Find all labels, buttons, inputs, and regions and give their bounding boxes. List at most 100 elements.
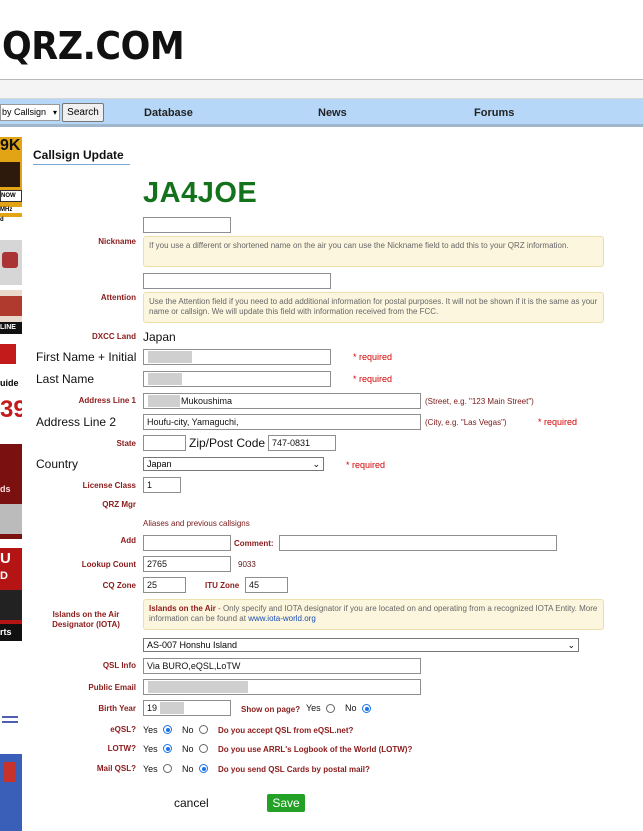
zip-label: Zip/Post Code (189, 436, 266, 450)
first-name-label: First Name + Initial (36, 350, 137, 364)
ad-banner-6[interactable]: U D rts (0, 548, 22, 641)
first-name-input[interactable] (143, 349, 331, 365)
address2-input[interactable]: Houfu-city, Yamaguchi, (143, 414, 421, 430)
callsign-heading: JA4JOE (143, 177, 258, 209)
address2-required: * required (538, 417, 578, 427)
page-title: Callsign Update (33, 148, 124, 162)
itu-zone-label: ITU Zone (205, 581, 240, 590)
ad-banner-7[interactable] (0, 712, 22, 728)
birth-year-value: 19 (147, 703, 158, 713)
cq-zone-input[interactable]: 25 (143, 577, 186, 593)
ad-banner-3[interactable]: LINE (0, 290, 22, 334)
public-email-input[interactable] (143, 679, 421, 695)
ad-text: NOW (0, 190, 22, 202)
show-birth-year-yes-radio[interactable] (326, 704, 335, 713)
ad-image (0, 590, 22, 620)
nickname-help-note: If you use a different or shortened name… (143, 236, 604, 267)
qsl-info-label: QSL Info (102, 661, 136, 670)
zip-input[interactable]: 747-0831 (268, 435, 336, 451)
cancel-link[interactable]: cancel (174, 796, 209, 810)
ad-image (2, 721, 18, 723)
last-name-input[interactable] (143, 371, 331, 387)
country-required: * required (346, 460, 386, 470)
chevron-down-icon: ⌄ (567, 640, 575, 650)
site-logo[interactable]: QRZ.COM (2, 24, 185, 68)
ad-banner-1[interactable]: 9K NOW MHz d (0, 137, 22, 230)
eqsl-question: Do you accept QSL from eQSL.net? (218, 726, 354, 735)
address1-label: Address Line 1 (78, 396, 136, 405)
birth-year-input[interactable]: 19 (143, 700, 231, 716)
address2-hint: (City, e.g. "Las Vegas") (425, 418, 507, 427)
ad-image (0, 344, 16, 364)
attention-help-note: Use the Attention field if you need to a… (143, 292, 604, 323)
nickname-label: Nickname (98, 237, 136, 246)
ad-image (0, 504, 22, 534)
lookup-count-total: 9033 (238, 560, 256, 569)
ad-image (2, 716, 18, 718)
eqsl-no-radio[interactable] (199, 725, 208, 734)
iota-note-body: - Only specify and IOTA designator if yo… (149, 604, 598, 623)
save-button[interactable]: Save (267, 794, 305, 812)
iota-select[interactable]: AS-007 Honshu Island ⌄ (143, 638, 579, 652)
ad-banner-8[interactable] (0, 754, 22, 831)
ad-banner-2[interactable] (0, 240, 22, 285)
ad-text: U (0, 550, 11, 567)
redacted-text (148, 681, 248, 693)
country-select[interactable]: Japan ⌄ (143, 457, 324, 471)
nav-link-forums[interactable]: Forums (474, 107, 514, 119)
lookup-count-input[interactable]: 2765 (143, 556, 231, 572)
alias-comment-input[interactable] (279, 535, 557, 551)
iota-value: AS-007 Honshu Island (147, 640, 238, 650)
license-class-input[interactable]: 1 (143, 477, 181, 493)
ad-banner-5[interactable]: ds (0, 444, 22, 539)
mail-qsl-label: Mail QSL? (96, 764, 136, 773)
lotw-question: Do you use ARRL's Logbook of the World (… (218, 745, 413, 754)
ad-image (0, 162, 20, 187)
redacted-text (148, 395, 180, 407)
lotw-yes-label: Yes (143, 744, 158, 754)
nav-link-news[interactable]: News (318, 107, 347, 119)
lotw-yes-radio[interactable] (163, 744, 172, 753)
nav-link-database[interactable]: Database (144, 107, 193, 119)
chevron-down-icon: ▾ (52, 108, 57, 117)
state-input[interactable] (143, 435, 186, 451)
ad-text: ds (0, 484, 11, 494)
license-class-label: License Class (82, 481, 136, 490)
nickname-input[interactable] (143, 217, 231, 233)
lotw-no-radio[interactable] (199, 744, 208, 753)
dxcc-value: Japan (143, 330, 176, 344)
eqsl-yes-radio[interactable] (163, 725, 172, 734)
mail-qsl-no-label: No (182, 764, 194, 774)
address1-hint: (Street, e.g. "123 Main Street") (425, 397, 534, 406)
country-value: Japan (147, 459, 172, 469)
first-name-required: * required (353, 352, 393, 362)
ad-text: D (0, 570, 8, 582)
itu-zone-input[interactable]: 45 (245, 577, 288, 593)
address1-input[interactable]: Mukoushima (143, 393, 421, 409)
redacted-text (148, 373, 182, 385)
add-alias-label: Add (120, 536, 136, 545)
search-type-value: by Callsign (2, 107, 47, 117)
iota-link[interactable]: www.iota-world.org (248, 614, 316, 623)
ad-text: LINE (0, 322, 22, 334)
add-alias-input[interactable] (143, 535, 231, 551)
mail-qsl-no-radio[interactable] (199, 764, 208, 773)
chevron-down-icon: ⌄ (312, 459, 320, 469)
show-no-label: No (345, 703, 357, 713)
redacted-text (160, 702, 184, 714)
ad-banner-4[interactable]: uide 39 (0, 344, 22, 432)
eqsl-yes-label: Yes (143, 725, 158, 735)
lotw-no-label: No (182, 744, 194, 754)
header-band (0, 80, 643, 99)
search-button[interactable]: Search (62, 103, 104, 122)
ad-text: d (0, 217, 22, 230)
attention-label: Attention (100, 293, 136, 302)
qsl-info-input[interactable]: Via BURO,eQSL,LoTW (143, 658, 421, 674)
iota-label: Islands on the Air Designator (IOTA) (52, 610, 120, 629)
show-birth-year-no-radio[interactable] (362, 704, 371, 713)
ad-text: 39 (0, 396, 22, 423)
iota-note-title: Islands on the Air (149, 604, 216, 613)
mail-qsl-yes-radio[interactable] (163, 764, 172, 773)
attention-input[interactable] (143, 273, 331, 289)
search-type-select[interactable]: by Callsign ▾ (0, 104, 60, 121)
